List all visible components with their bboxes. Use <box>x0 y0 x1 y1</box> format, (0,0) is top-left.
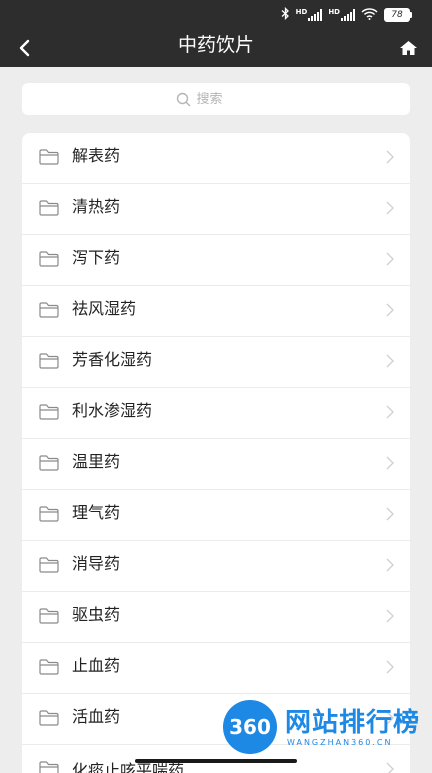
list-item[interactable]: 止血药 <box>22 643 410 694</box>
gesture-bar[interactable] <box>135 759 297 763</box>
list-item-label: 温里药 <box>72 452 121 471</box>
list-item-label: 利水渗湿药 <box>72 401 153 420</box>
chevron-right-icon <box>386 405 394 419</box>
search-input[interactable] <box>196 91 257 107</box>
home-icon <box>399 41 417 55</box>
watermark-subtext: WANGZHAN360.CN <box>287 738 393 747</box>
folder-icon <box>39 659 59 675</box>
folder-icon <box>39 353 59 369</box>
folder-icon <box>39 302 59 318</box>
navigation-bar: 中药饮片 <box>0 30 432 67</box>
list-item[interactable]: 利水渗湿药 <box>22 388 410 439</box>
chevron-right-icon <box>386 252 394 266</box>
list-item-label: 驱虫药 <box>72 605 121 624</box>
chevron-right-icon <box>386 609 394 623</box>
chevron-right-icon <box>386 507 394 521</box>
wifi-icon <box>361 7 378 23</box>
list-item-label: 止血药 <box>72 656 121 675</box>
list-item-label: 理气药 <box>72 503 121 522</box>
list-item[interactable]: 消导药 <box>22 541 410 592</box>
folder-icon <box>39 149 59 165</box>
chevron-right-icon <box>386 660 394 674</box>
chevron-right-icon <box>386 558 394 572</box>
signal-icon-1: HD <box>296 9 323 21</box>
search-bar[interactable] <box>22 83 410 115</box>
folder-icon <box>39 608 59 624</box>
folder-icon <box>39 200 59 216</box>
signal-icon-2: HD <box>328 9 355 21</box>
search-icon <box>176 92 190 106</box>
list-item-label: 活血药 <box>72 707 121 726</box>
folder-icon <box>39 761 59 773</box>
list-item-label: 芳香化湿药 <box>72 350 153 369</box>
bluetooth-icon <box>281 6 290 23</box>
folder-icon <box>39 557 59 573</box>
list-item-label: 祛风湿药 <box>72 299 137 318</box>
chevron-right-icon <box>386 456 394 470</box>
folder-icon <box>39 251 59 267</box>
watermark-text: 网站排行榜 <box>285 708 421 738</box>
list-item-label: 清热药 <box>72 197 121 216</box>
category-list: 解表药 清热药 泻下药 祛风湿药 芳香化湿药 利水渗湿药 温里药 理气药 消导药 <box>22 133 410 773</box>
list-item[interactable]: 祛风湿药 <box>22 286 410 337</box>
page-title: 中药饮片 <box>177 34 254 56</box>
battery-icon: 78 <box>384 8 412 22</box>
list-item-label: 消导药 <box>72 554 121 573</box>
folder-icon <box>39 710 59 726</box>
status-bar: HD HD 78 <box>0 0 432 30</box>
folder-icon <box>39 506 59 522</box>
chevron-right-icon <box>386 150 394 164</box>
list-item[interactable]: 芳香化湿药 <box>22 337 410 388</box>
watermark-logo: 360 <box>223 700 277 754</box>
folder-icon <box>39 404 59 420</box>
list-item[interactable]: 解表药 <box>22 133 410 184</box>
status-icons: HD HD 78 <box>281 6 412 24</box>
folder-icon <box>39 455 59 471</box>
chevron-right-icon <box>386 303 394 317</box>
chevron-right-icon <box>386 354 394 368</box>
home-button[interactable] <box>396 36 420 60</box>
list-item[interactable]: 泻下药 <box>22 235 410 286</box>
list-item-label: 解表药 <box>72 146 121 165</box>
list-item[interactable]: 温里药 <box>22 439 410 490</box>
list-item-label: 泻下药 <box>72 248 121 267</box>
watermark: 360 网站排行榜 WANGZHAN360.CN <box>223 698 428 754</box>
list-item[interactable]: 理气药 <box>22 490 410 541</box>
list-item[interactable]: 驱虫药 <box>22 592 410 643</box>
chevron-right-icon <box>386 201 394 215</box>
list-item[interactable]: 清热药 <box>22 184 410 235</box>
